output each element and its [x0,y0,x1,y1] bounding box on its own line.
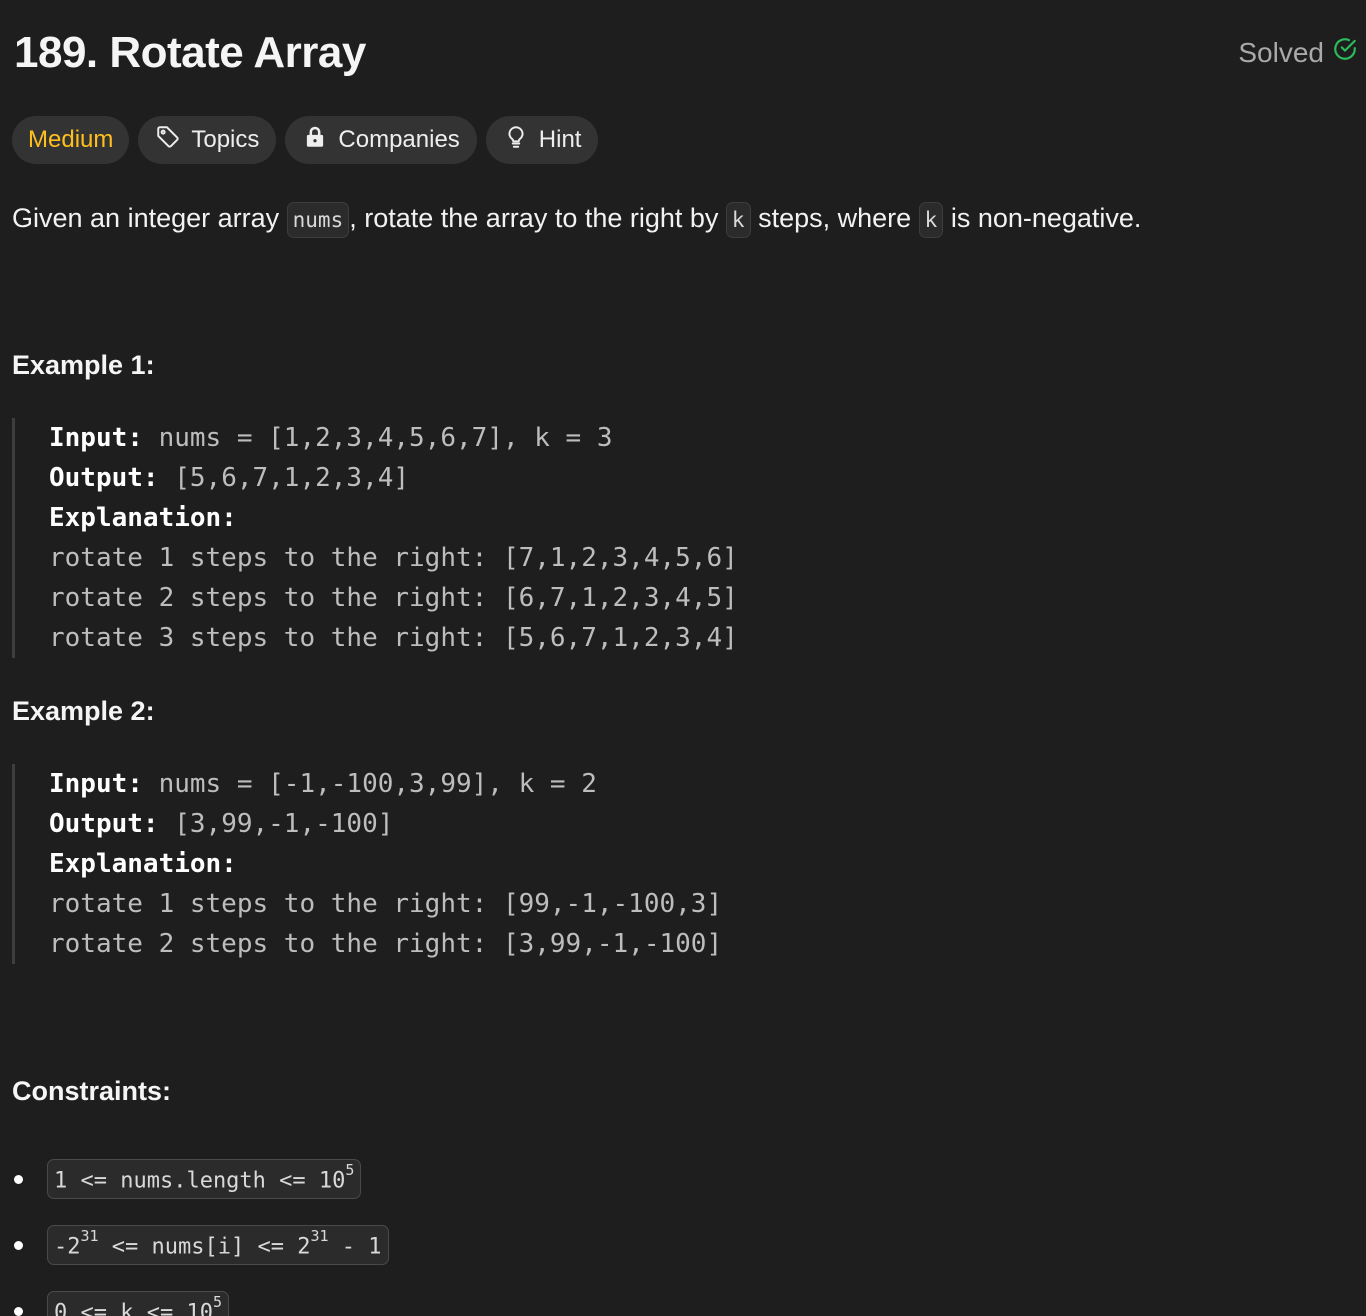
constraints-heading: Constraints: [12,1076,172,1106]
topics-label: Topics [191,126,260,153]
problem-title: 189. Rotate Array [14,28,366,77]
example-input: Input: nums = [1,2,3,4,5,6,7], k = 3 [49,418,738,458]
hint-button[interactable]: Hint [485,116,599,164]
example-explanation: Explanation: [49,498,738,538]
companies-label: Companies [338,126,460,153]
explanation-label: Explanation: [49,503,237,533]
statement-text: , rotate the array to the right by [349,203,726,233]
example-2-block: Input: nums = [-1,-100,3,99], k = 2 Outp… [12,764,722,964]
statement-text: steps, where [750,203,919,233]
statement-text: Given an integer array [12,203,287,233]
inline-code: nums [286,202,350,238]
input-value: nums = [-1,-100,3,99], k = 2 [142,769,597,799]
output-label: Output: [49,463,159,493]
example-output: Output: [5,6,7,1,2,3,4] [49,458,738,498]
example-explanation: Explanation: [49,844,722,884]
explanation-step: rotate 1 steps to the right: [7,1,2,3,4,… [49,543,738,573]
constraint-item: 1 <= nums.length <= 105 [12,1146,389,1212]
problem-statement: Given an integer array nums, rotate the … [12,196,1141,242]
bullet [14,1240,23,1250]
difficulty-badge[interactable]: Medium [12,116,130,164]
explanation-step: rotate 2 steps to the right: [6,7,1,2,3,… [49,583,738,613]
output-value: [3,99,-1,-100] [158,809,394,839]
problem-description-panel: 189. Rotate Array Solved Medium Topics C… [0,0,1366,1316]
example-1-block: Input: nums = [1,2,3,4,5,6,7], k = 3 Out… [12,418,738,658]
explanation-step: rotate 2 steps to the right: [3,99,-1,-1… [49,929,723,959]
hint-label: Hint [538,126,582,153]
bullet [14,1174,23,1184]
constraint-item: -231 <= nums[i] <= 231 - 1 [12,1212,389,1278]
statement-text: is non-negative. [943,203,1142,233]
example-input: Input: nums = [-1,-100,3,99], k = 2 [49,764,722,804]
constraints-list: 1 <= nums.length <= 105 -231 <= nums[i] … [12,1146,389,1316]
inline-code: k [725,202,751,238]
input-label: Input: [49,423,143,453]
title-row: 189. Rotate Array Solved [14,24,1358,84]
example-output: Output: [3,99,-1,-100] [49,804,722,844]
inline-code: k [918,202,944,238]
tag-bar: Medium Topics Companies Hint [12,116,599,164]
topics-button[interactable]: Topics [138,116,277,164]
solved-label: Solved [1238,36,1324,68]
solved-status: Solved [1238,36,1358,69]
constraint-code: 1 <= nums.length <= 105 [47,1158,362,1200]
input-label: Input: [49,769,143,799]
example-2-heading: Example 2: [12,696,155,726]
output-label: Output: [49,809,159,839]
lock-icon [302,124,328,157]
bullet [14,1306,23,1316]
tag-icon [155,124,181,157]
example-1-heading: Example 1: [12,350,155,380]
constraint-code: -231 <= nums[i] <= 231 - 1 [47,1224,389,1266]
output-value: [5,6,7,1,2,3,4] [158,463,410,493]
constraint-code: 0 <= k <= 105 [47,1290,229,1316]
input-value: nums = [1,2,3,4,5,6,7], k = 3 [142,423,613,453]
explanation-label: Explanation: [49,849,237,879]
companies-button[interactable]: Companies [285,116,477,164]
lightbulb-icon [503,124,529,157]
explanation-step: rotate 1 steps to the right: [99,-1,-100… [49,889,723,919]
check-circle-icon [1332,36,1358,69]
constraint-item: 0 <= k <= 105 [12,1278,389,1316]
explanation-step: rotate 3 steps to the right: [5,6,7,1,2,… [49,623,738,653]
